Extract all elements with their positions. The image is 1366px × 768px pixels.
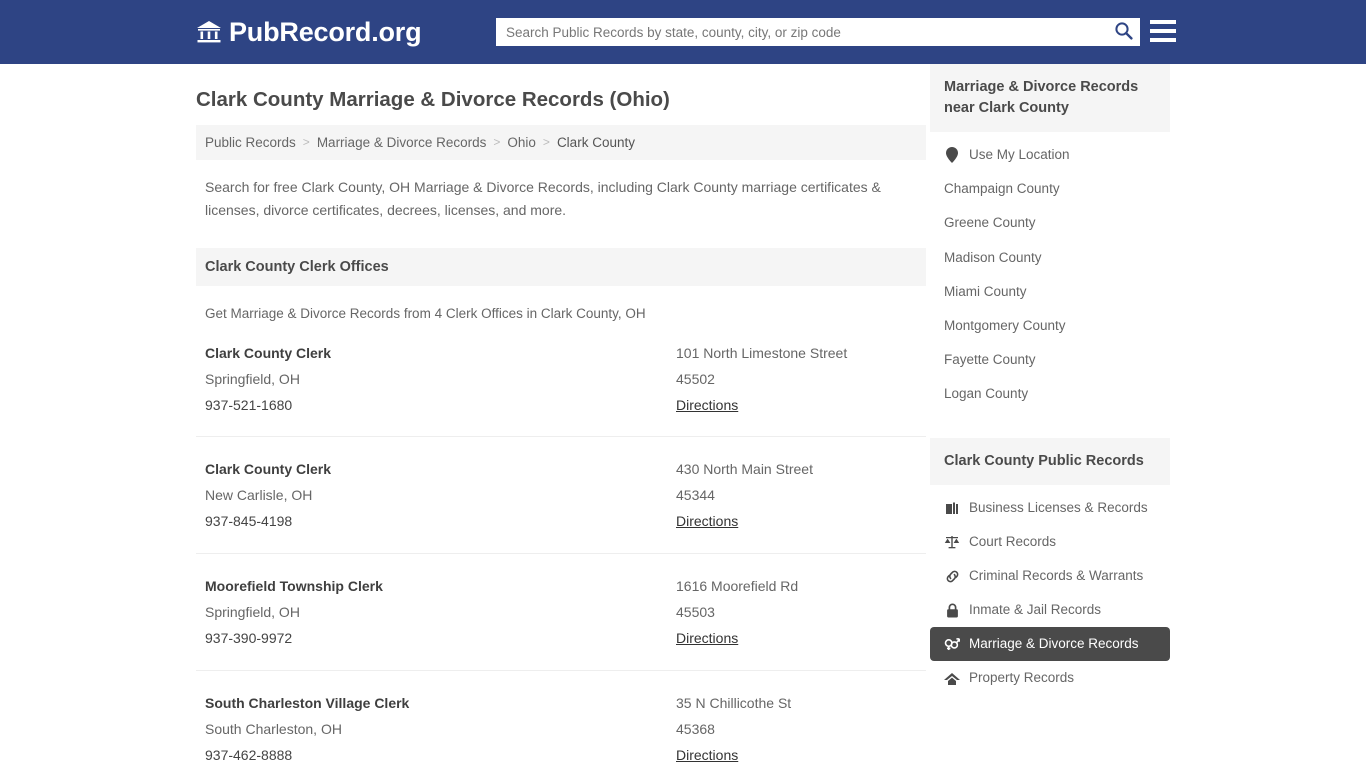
breadcrumb-separator: > xyxy=(302,135,310,150)
sidebar-item-label: Property Records xyxy=(969,670,1075,686)
office-zip: 45502 xyxy=(676,370,715,387)
office-name: South Charleston Village Clerk xyxy=(205,694,410,711)
breadcrumb-item-public-records[interactable]: Public Records xyxy=(205,135,296,150)
office-zip: 45368 xyxy=(676,720,715,737)
directions-link[interactable]: Directions xyxy=(676,626,738,652)
sidebar-item-court-records[interactable]: Court Records xyxy=(930,525,1170,559)
office-name: Moorefield Township Clerk xyxy=(205,578,383,595)
sidebar-item-inmate-jail-records[interactable]: Inmate & Jail Records xyxy=(930,593,1170,627)
sidebar-nearby-list: Use My Location Champaign County Greene … xyxy=(930,138,1170,412)
sidebar-item-business-licenses-records[interactable]: Business Licenses & Records xyxy=(930,491,1170,525)
house-icon xyxy=(944,671,960,687)
sidebar-item-label: Marriage & Divorce Records xyxy=(969,636,1139,652)
sidebar-item-logan-county[interactable]: Logan County xyxy=(930,377,1170,411)
sidebar-heading-nearby: Marriage & Divorce Records near Clark Co… xyxy=(930,64,1170,133)
breadcrumb: Public Records > Marriage & Divorce Reco… xyxy=(196,124,926,160)
sidebar-item-label: Inmate & Jail Records xyxy=(969,602,1102,618)
office-address: 101 North Limestone Street 45502 Directi… xyxy=(676,341,926,419)
search-button[interactable] xyxy=(1106,18,1140,46)
page-title: Clark County Marriage & Divorce Records … xyxy=(196,88,670,111)
office-details: South Charleston Village Clerk South Cha… xyxy=(205,691,676,768)
office-zip: 45503 xyxy=(676,604,715,621)
hamburger-bar xyxy=(1150,20,1176,24)
sidebar-item-madison-county[interactable]: Madison County xyxy=(930,241,1170,275)
sidebar-item-label: Business Licenses & Records xyxy=(969,499,1148,515)
sidebar-public-records-list: Business Licenses & Records Court Record… xyxy=(930,491,1170,696)
sidebar-item-greene-county[interactable]: Greene County xyxy=(930,206,1170,240)
section-subtitle-clerk-offices: Get Marriage & Divorce Records from 4 Cl… xyxy=(205,305,646,321)
breadcrumb-item-ohio[interactable]: Ohio xyxy=(507,135,536,150)
hamburger-menu-icon[interactable] xyxy=(1150,18,1176,44)
sidebar-item-fayette-county[interactable]: Fayette County xyxy=(930,343,1170,377)
breadcrumb-item-clark-county: Clark County xyxy=(556,134,635,150)
office-city-state: New Carlisle, OH xyxy=(205,487,313,504)
site-logo-link[interactable]: PubRecord.org xyxy=(196,16,422,47)
breadcrumb-separator: > xyxy=(542,135,550,150)
office-details: Clark County Clerk New Carlisle, OH 937-… xyxy=(205,457,676,535)
directions-link[interactable]: Directions xyxy=(676,509,738,535)
map-pin-icon xyxy=(944,147,960,164)
briefcase-icon xyxy=(944,500,960,516)
breadcrumb-separator: > xyxy=(493,135,501,150)
sidebar-item-criminal-records-warrants[interactable]: Criminal Records & Warrants xyxy=(930,559,1170,593)
office-city-state: Springfield, OH xyxy=(205,370,300,387)
office-details: Clark County Clerk Springfield, OH 937-5… xyxy=(205,341,676,419)
sidebar-item-label: Use My Location xyxy=(969,147,1070,163)
sidebar-item-use-my-location[interactable]: Use My Location xyxy=(930,138,1170,172)
page-intro-text: Search for free Clark County, OH Marriag… xyxy=(205,178,881,218)
sidebar-item-label: Court Records xyxy=(969,533,1057,549)
venus-mars-icon xyxy=(944,636,960,652)
directions-link[interactable]: Directions xyxy=(676,743,738,768)
office-phone: 937-521-1680 xyxy=(205,396,293,413)
breadcrumb-item-marriage-divorce-records[interactable]: Marriage & Divorce Records xyxy=(317,135,487,150)
office-city-state: South Charleston, OH xyxy=(205,720,342,737)
sidebar-item-label: Criminal Records & Warrants xyxy=(969,567,1144,583)
sidebar: Marriage & Divorce Records near Clark Co… xyxy=(930,64,1170,768)
search-icon xyxy=(1114,21,1133,43)
office-name: Clark County Clerk xyxy=(205,461,332,478)
office-street: 1616 Moorefield Rd xyxy=(676,578,799,595)
office-city-state: Springfield, OH xyxy=(205,604,300,621)
page-body: Clark County Marriage & Divorce Records … xyxy=(0,64,1366,768)
sidebar-item-marriage-divorce-records[interactable]: Marriage & Divorce Records xyxy=(930,627,1170,662)
sidebar-item-champaign-county[interactable]: Champaign County xyxy=(930,172,1170,206)
office-street: 101 North Limestone Street xyxy=(676,344,848,361)
office-phone: 937-845-4198 xyxy=(205,513,293,530)
section-heading-clerk-offices: Clark County Clerk Offices xyxy=(196,247,926,286)
office-details: Moorefield Township Clerk Springfield, O… xyxy=(205,574,676,652)
sidebar-item-montgomery-county[interactable]: Montgomery County xyxy=(930,309,1170,343)
sidebar-heading-public-records: Clark County Public Records xyxy=(930,437,1170,485)
search-input[interactable] xyxy=(496,19,1106,45)
table-row: South Charleston Village Clerk South Cha… xyxy=(196,671,926,768)
office-phone: 937-462-8888 xyxy=(205,746,293,763)
office-address: 1616 Moorefield Rd 45503 Directions xyxy=(676,574,926,652)
office-phone: 937-390-9972 xyxy=(205,629,293,646)
table-row: Moorefield Township Clerk Springfield, O… xyxy=(196,554,926,671)
office-street: 430 North Main Street xyxy=(676,461,813,478)
scales-of-justice-icon xyxy=(944,534,960,550)
lock-icon xyxy=(944,602,960,618)
table-row: Clark County Clerk New Carlisle, OH 937-… xyxy=(196,437,926,555)
search-bar xyxy=(496,18,1140,46)
office-zip: 45344 xyxy=(676,487,715,504)
office-address: 430 North Main Street 45344 Directions xyxy=(676,457,926,535)
bank-icon xyxy=(196,20,222,44)
main-content: Clark County Marriage & Divorce Records … xyxy=(196,64,926,768)
sidebar-item-property-records[interactable]: Property Records xyxy=(930,661,1170,695)
chain-link-icon xyxy=(944,568,960,584)
table-row: Clark County Clerk Springfield, OH 937-5… xyxy=(196,321,926,438)
directions-link[interactable]: Directions xyxy=(676,393,738,419)
site-header: PubRecord.org xyxy=(0,0,1366,64)
office-address: 35 N Chillicothe St 45368 Directions xyxy=(676,691,926,768)
sidebar-item-miami-county[interactable]: Miami County xyxy=(930,275,1170,309)
site-logo-text: PubRecord.org xyxy=(229,16,422,47)
office-name: Clark County Clerk xyxy=(205,344,332,361)
office-street: 35 N Chillicothe St xyxy=(676,694,792,711)
hamburger-bar xyxy=(1150,29,1176,33)
hamburger-bar xyxy=(1150,38,1176,42)
